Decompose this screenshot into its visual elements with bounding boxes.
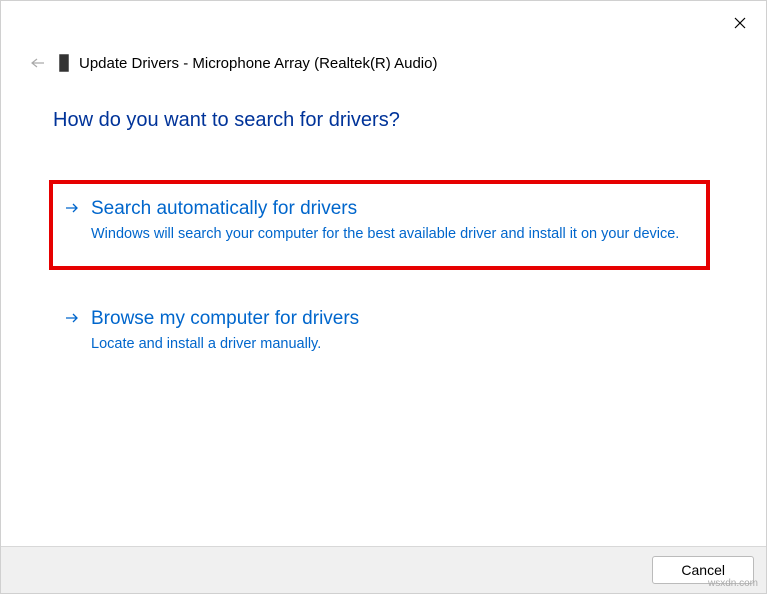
option-search-automatically[interactable]: Search automatically for drivers Windows… — [49, 180, 710, 270]
option-title: Search automatically for drivers — [91, 198, 694, 220]
back-button[interactable] — [27, 51, 49, 75]
option-description: Locate and install a driver manually. — [91, 334, 694, 354]
option-text: Search automatically for drivers Windows… — [91, 198, 694, 244]
title-row: Update Drivers - Microphone Array (Realt… — [27, 51, 437, 75]
arrow-right-icon — [65, 201, 79, 219]
watermark: wsxdn.com — [708, 578, 758, 589]
arrow-right-icon — [65, 311, 79, 329]
option-browse-computer[interactable]: Browse my computer for drivers Locate an… — [53, 294, 706, 372]
option-description: Windows will search your computer for th… — [91, 224, 694, 244]
back-arrow-icon — [31, 58, 45, 68]
option-text: Browse my computer for drivers Locate an… — [91, 308, 694, 354]
dialog-window: Update Drivers - Microphone Array (Realt… — [0, 0, 767, 594]
device-icon — [59, 54, 69, 72]
content-area: How do you want to search for drivers? S… — [53, 109, 706, 373]
close-button[interactable] — [728, 11, 752, 35]
bottom-bar: Cancel — [1, 546, 766, 593]
page-heading: How do you want to search for drivers? — [53, 109, 706, 132]
window-title: Update Drivers - Microphone Array (Realt… — [79, 55, 437, 72]
close-icon — [734, 17, 746, 29]
options-list: Search automatically for drivers Windows… — [53, 180, 706, 373]
option-title: Browse my computer for drivers — [91, 308, 694, 330]
